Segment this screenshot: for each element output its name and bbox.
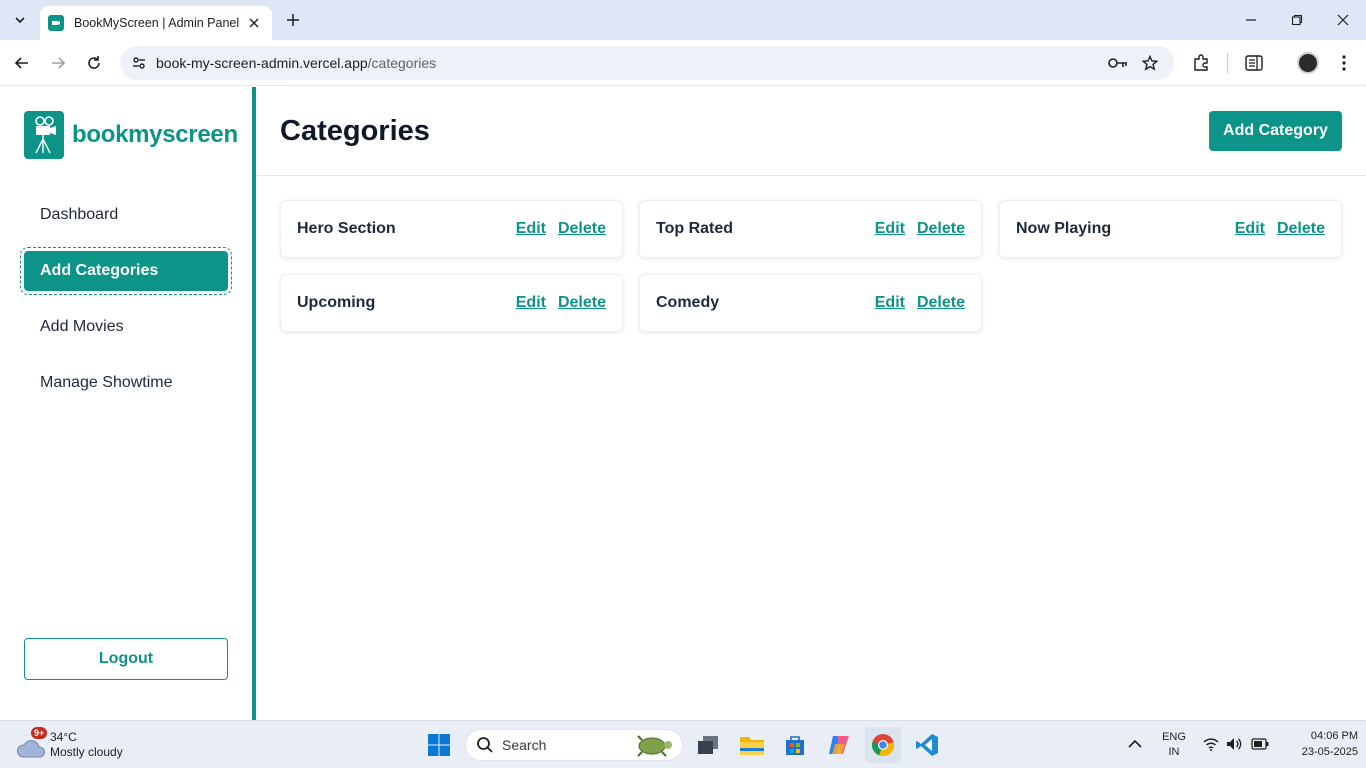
battery-icon[interactable] bbox=[1251, 738, 1269, 750]
search-icon bbox=[477, 737, 493, 753]
bookmark-star-icon[interactable] bbox=[1136, 49, 1164, 77]
chevron-down-icon bbox=[15, 17, 25, 24]
close-window-icon[interactable] bbox=[1320, 0, 1366, 40]
category-card: Hero Section Edit Delete bbox=[280, 200, 623, 258]
weather-description: Mostly cloudy bbox=[50, 745, 123, 759]
windows-start-icon[interactable] bbox=[421, 727, 457, 763]
delete-link[interactable]: Delete bbox=[558, 220, 606, 238]
address-bar[interactable]: book-my-screen-admin.vercel.app/categori… bbox=[120, 46, 1174, 80]
sidebar: bookmyscreen Dashboard Add Categories Ad… bbox=[0, 87, 252, 720]
browser-tab-active[interactable]: BookMyScreen | Admin Panel bbox=[40, 6, 272, 40]
reading-list-icon[interactable] bbox=[1240, 49, 1268, 77]
edit-link[interactable]: Edit bbox=[875, 220, 905, 238]
chevron-up-icon[interactable] bbox=[1128, 739, 1142, 749]
edit-link[interactable]: Edit bbox=[1235, 220, 1265, 238]
clock-date[interactable]: 23-05-2025 bbox=[1282, 746, 1358, 758]
nav-item-dashboard[interactable]: Dashboard bbox=[24, 195, 228, 235]
edit-link[interactable]: Edit bbox=[516, 220, 546, 238]
back-arrow-icon[interactable] bbox=[8, 49, 36, 77]
toolbar-divider bbox=[1227, 53, 1228, 73]
movie-camera-logo-icon bbox=[24, 111, 64, 159]
category-name: Top Rated bbox=[656, 220, 734, 237]
password-key-icon[interactable] bbox=[1104, 49, 1132, 77]
wifi-icon[interactable] bbox=[1203, 737, 1219, 751]
search-label: Search bbox=[502, 737, 547, 753]
turtle-icon bbox=[637, 735, 672, 757]
file-explorer-icon[interactable] bbox=[734, 727, 770, 763]
category-card: Now Playing Edit Delete bbox=[999, 200, 1342, 258]
page-title: Categories bbox=[280, 115, 430, 147]
cloud-icon bbox=[17, 740, 46, 758]
profile-avatar[interactable] bbox=[1297, 52, 1319, 74]
category-name: Now Playing bbox=[1016, 220, 1112, 237]
nav-item-add-categories[interactable]: Add Categories bbox=[20, 247, 232, 295]
taskbar-search[interactable]: Search bbox=[465, 729, 683, 761]
vscode-icon[interactable] bbox=[909, 727, 945, 763]
site-settings-icon[interactable] bbox=[122, 46, 156, 80]
page-header: Categories Add Category bbox=[256, 87, 1366, 176]
nav-item-manage-showtime[interactable]: Manage Showtime bbox=[24, 363, 228, 403]
main-content: Categories Add Category Hero Section Edi… bbox=[256, 87, 1366, 720]
logout-button[interactable]: Logout bbox=[24, 638, 228, 680]
category-name: Hero Section bbox=[297, 220, 396, 237]
category-card: Upcoming Edit Delete bbox=[280, 274, 623, 332]
brand-name[interactable]: bookmyscreen bbox=[72, 121, 238, 149]
url-text[interactable]: book-my-screen-admin.vercel.app/categori… bbox=[156, 55, 436, 71]
forward-arrow-icon[interactable] bbox=[44, 49, 72, 77]
camera-favicon-icon bbox=[48, 15, 64, 31]
minimize-icon[interactable] bbox=[1228, 0, 1274, 40]
windows-taskbar: 9+ 34°C Mostly cloudy Search ENG IN 04:0… bbox=[0, 720, 1366, 768]
edit-link[interactable]: Edit bbox=[875, 294, 905, 312]
close-tab-icon[interactable] bbox=[244, 13, 264, 33]
delete-link[interactable]: Delete bbox=[558, 294, 606, 312]
browser-toolbar: book-my-screen-admin.vercel.app/categori… bbox=[0, 40, 1366, 86]
volume-icon[interactable] bbox=[1226, 737, 1242, 751]
microsoft-store-icon[interactable] bbox=[777, 727, 813, 763]
more-menu-icon[interactable] bbox=[1330, 49, 1358, 77]
extensions-puzzle-icon[interactable] bbox=[1187, 49, 1215, 77]
task-view-icon[interactable] bbox=[690, 727, 726, 763]
chrome-icon[interactable] bbox=[865, 727, 901, 763]
category-card: Comedy Edit Delete bbox=[639, 274, 982, 332]
tab-search-button[interactable] bbox=[6, 7, 34, 33]
delete-link[interactable]: Delete bbox=[917, 220, 965, 238]
category-name: Comedy bbox=[656, 294, 720, 311]
category-card: Top Rated Edit Delete bbox=[639, 200, 982, 258]
clock-time[interactable]: 04:06 PM bbox=[1282, 730, 1358, 742]
temperature: 34°C bbox=[50, 730, 77, 744]
delete-link[interactable]: Delete bbox=[1277, 220, 1325, 238]
restore-icon[interactable] bbox=[1274, 0, 1320, 40]
edit-link[interactable]: Edit bbox=[516, 294, 546, 312]
copilot-icon[interactable] bbox=[821, 727, 857, 763]
nav-item-add-movies[interactable]: Add Movies bbox=[24, 307, 228, 347]
new-tab-plus-icon[interactable] bbox=[281, 8, 305, 32]
language-region[interactable]: IN bbox=[1158, 746, 1190, 758]
delete-link[interactable]: Delete bbox=[917, 294, 965, 312]
category-name: Upcoming bbox=[297, 294, 376, 311]
reload-icon[interactable] bbox=[80, 49, 108, 77]
tab-title: BookMyScreen | Admin Panel bbox=[74, 16, 240, 30]
add-category-button[interactable]: Add Category bbox=[1209, 111, 1342, 151]
language-code[interactable]: ENG bbox=[1158, 731, 1190, 743]
notification-badge: 9+ bbox=[31, 727, 48, 739]
weather-widget[interactable]: 9+ 34°C Mostly cloudy bbox=[14, 727, 154, 763]
browser-tab-strip: BookMyScreen | Admin Panel bbox=[0, 0, 1366, 40]
